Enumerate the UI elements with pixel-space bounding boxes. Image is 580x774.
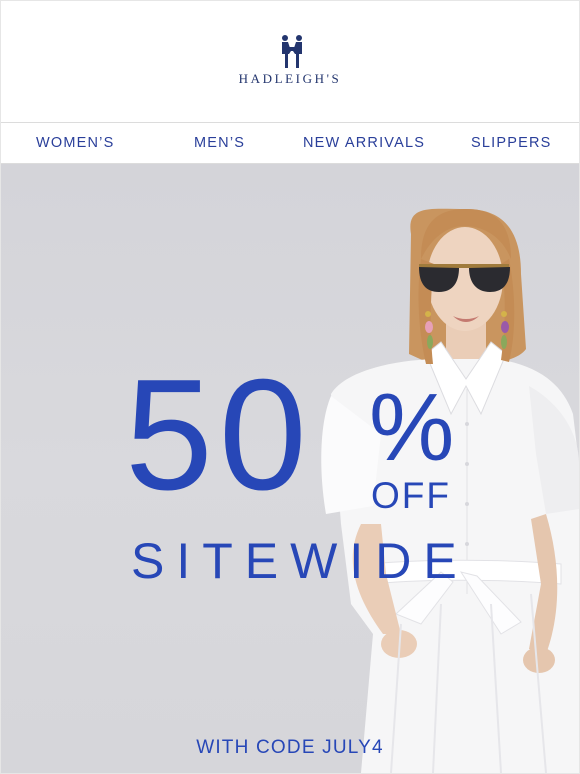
brand-wordmark[interactable]: HADLEIGH'S	[1, 71, 579, 87]
nav-new-arrivals[interactable]: NEW ARRIVALS	[303, 123, 425, 163]
hero-banner[interactable]: 50 % OFF SITEWIDE WITH CODE JULY4	[1, 164, 579, 773]
promo-code-line: WITH CODE JULY4	[196, 737, 384, 758]
brand-logo-icon[interactable]	[277, 34, 307, 70]
promo-scope: SITEWIDE	[131, 533, 469, 589]
email-header: HADLEIGH'S	[1, 1, 579, 121]
promo-amount: 50	[125, 347, 313, 523]
category-nav: WOMEN’S MEN’S NEW ARRIVALS SLIPPERS	[1, 122, 579, 164]
nav-slippers[interactable]: SLIPPERS	[471, 123, 552, 163]
nav-womens[interactable]: WOMEN’S	[36, 123, 114, 163]
email-frame: HADLEIGH'S WOMEN’S MEN’S NEW ARRIVALS SL…	[0, 0, 580, 774]
nav-mens[interactable]: MEN’S	[194, 123, 245, 163]
promo-percent-sign: %	[369, 374, 455, 481]
promo-off-label: OFF	[371, 475, 451, 516]
